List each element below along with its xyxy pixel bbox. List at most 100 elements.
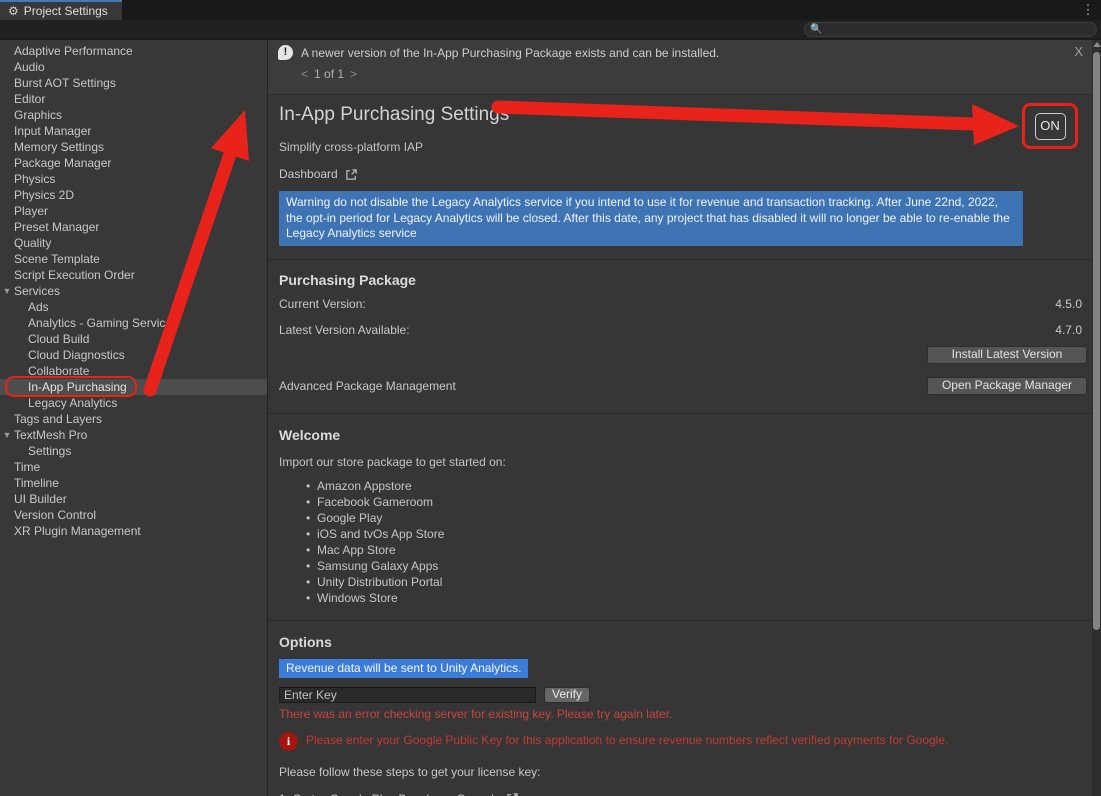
store-list-item: Samsung Galaxy Apps: [279, 558, 1092, 574]
external-link-icon: [345, 168, 358, 181]
sidebar-item-graphics[interactable]: Graphics: [0, 107, 267, 123]
kebab-menu-icon[interactable]: ⋮: [1081, 2, 1095, 18]
latest-version-label: Latest Version Available:: [279, 323, 410, 337]
sidebar-item-label: Audio: [14, 59, 45, 75]
tab-project-settings[interactable]: ⚙ Project Settings: [0, 0, 122, 20]
advanced-package-management-label: Advanced Package Management: [279, 379, 456, 393]
sidebar-item-label: Legacy Analytics: [28, 395, 117, 411]
sidebar-item-label: Cloud Build: [28, 331, 89, 347]
sidebar-item-textmesh-pro[interactable]: ▼TextMesh Pro: [0, 427, 267, 443]
sidebar-item-package-manager[interactable]: Package Manager: [0, 155, 267, 171]
step-1-prefix: 1. Go to: [279, 792, 322, 796]
sidebar-item-physics-2d[interactable]: Physics 2D: [0, 187, 267, 203]
notification-icon: !: [278, 45, 293, 60]
sidebar-item-label: Timeline: [14, 475, 59, 491]
sidebar-item-tags-and-layers[interactable]: Tags and Layers: [0, 411, 267, 427]
sidebar-item-label: Analytics - Gaming Services: [28, 315, 178, 331]
sidebar-item-version-control[interactable]: Version Control: [0, 507, 267, 523]
search-icon: 🔍: [810, 25, 822, 35]
welcome-intro: Import our store package to get started …: [279, 455, 1092, 469]
tab-bar: ⚙ Project Settings ⋮: [0, 0, 1101, 20]
sidebar-item-analytics-gaming-services[interactable]: Analytics - Gaming Services: [0, 315, 267, 331]
sidebar-item-label: Script Execution Order: [14, 267, 135, 283]
sidebar-item-cloud-diagnostics[interactable]: Cloud Diagnostics: [0, 347, 267, 363]
sidebar-item-label: Burst AOT Settings: [14, 75, 116, 91]
sidebar-item-settings[interactable]: Settings: [0, 443, 267, 459]
external-link-icon: [506, 792, 519, 796]
update-banner: ! A newer version of the In-App Purchasi…: [268, 40, 1101, 95]
current-version-label: Current Version:: [279, 297, 366, 311]
current-version-row: Current Version: 4.5.0: [279, 297, 1092, 311]
license-steps-intro: Please follow these steps to get your li…: [279, 765, 1092, 779]
sidebar-item-legacy-analytics[interactable]: Legacy Analytics: [0, 395, 267, 411]
pager-prev-icon[interactable]: <: [301, 67, 308, 81]
sidebar-item-label: Input Manager: [14, 123, 91, 139]
settings-content: In-App Purchasing Settings Simplify cros…: [268, 95, 1092, 796]
sidebar-item-label: Player: [14, 203, 48, 219]
dashboard-link[interactable]: Dashboard: [279, 167, 1092, 181]
store-list-item: Mac App Store: [279, 542, 1092, 558]
foldout-triangle-icon[interactable]: ▼: [0, 283, 14, 299]
pager-next-icon[interactable]: >: [350, 67, 357, 81]
store-list-item: Windows Store: [279, 590, 1092, 606]
options-heading: Options: [279, 621, 1092, 650]
iap-on-toggle-button[interactable]: ON: [1035, 113, 1066, 140]
sidebar-item-memory-settings[interactable]: Memory Settings: [0, 139, 267, 155]
page-subtitle: Simplify cross-platform IAP: [279, 140, 1092, 154]
sidebar-item-audio[interactable]: Audio: [0, 59, 267, 75]
sidebar-item-services[interactable]: ▼Services: [0, 283, 267, 299]
sidebar-item-xr-plugin-management[interactable]: XR Plugin Management: [0, 523, 267, 539]
sidebar-item-burst-aot-settings[interactable]: Burst AOT Settings: [0, 75, 267, 91]
sidebar-list: Adaptive PerformanceAudioBurst AOT Setti…: [0, 43, 267, 539]
latest-version-row: Latest Version Available: 4.7.0: [279, 323, 1092, 337]
sidebar-item-input-manager[interactable]: Input Manager: [0, 123, 267, 139]
sidebar-item-physics[interactable]: Physics: [0, 171, 267, 187]
sidebar-item-editor[interactable]: Editor: [0, 91, 267, 107]
sidebar-item-label: Quality: [14, 235, 51, 251]
vertical-scrollbar[interactable]: [1092, 40, 1101, 796]
install-latest-version-button[interactable]: Install Latest Version: [927, 346, 1087, 364]
search-box[interactable]: 🔍: [804, 22, 1097, 37]
banner-close-icon[interactable]: X: [1074, 44, 1083, 59]
annotation-box-on-toggle: ON: [1022, 103, 1078, 149]
sidebar-item-quality[interactable]: Quality: [0, 235, 267, 251]
sidebar-item-player[interactable]: Player: [0, 203, 267, 219]
sidebar-item-label: TextMesh Pro: [14, 427, 87, 443]
info-icon: i: [279, 732, 298, 751]
sidebar-item-label: XR Plugin Management: [14, 523, 141, 539]
scrollbar-thumb[interactable]: [1093, 52, 1100, 630]
sidebar-item-label: UI Builder: [14, 491, 67, 507]
sidebar-item-label: Memory Settings: [14, 139, 104, 155]
latest-version-value: 4.7.0: [1055, 323, 1082, 337]
sidebar-item-timeline[interactable]: Timeline: [0, 475, 267, 491]
store-list-item: Facebook Gameroom: [279, 494, 1092, 510]
sidebar-item-label: Tags and Layers: [14, 411, 102, 427]
sidebar-item-label: Package Manager: [14, 155, 111, 171]
open-package-manager-button[interactable]: Open Package Manager: [927, 377, 1087, 395]
sidebar-item-time[interactable]: Time: [0, 459, 267, 475]
welcome-heading: Welcome: [279, 414, 1092, 443]
step-1-row: 1. Go to Google Play Developer Console: [279, 792, 1092, 796]
sidebar-item-adaptive-performance[interactable]: Adaptive Performance: [0, 43, 267, 59]
google-key-input[interactable]: [279, 687, 536, 703]
sidebar-item-scene-template[interactable]: Scene Template: [0, 251, 267, 267]
sidebar-item-label: Preset Manager: [14, 219, 99, 235]
sidebar-item-label: Adaptive Performance: [14, 43, 133, 59]
search-input[interactable]: [822, 24, 1091, 36]
pager-text: 1 of 1: [314, 67, 344, 81]
page-title: In-App Purchasing Settings: [279, 95, 1092, 126]
scroll-up-icon[interactable]: [1093, 42, 1101, 47]
verify-button[interactable]: Verify: [544, 687, 590, 703]
sidebar-item-ui-builder[interactable]: UI Builder: [0, 491, 267, 507]
purchasing-package-heading: Purchasing Package: [279, 260, 1092, 288]
sidebar-item-cloud-build[interactable]: Cloud Build: [0, 331, 267, 347]
google-play-console-link[interactable]: Google Play Developer Console: [330, 792, 501, 796]
foldout-triangle-icon[interactable]: ▼: [0, 427, 14, 443]
store-list-item: Amazon Appstore: [279, 478, 1092, 494]
sidebar-item-preset-manager[interactable]: Preset Manager: [0, 219, 267, 235]
project-settings-window: ⚙ Project Settings ⋮ 🔍 Adaptive Performa…: [0, 0, 1101, 796]
sidebar-item-script-execution-order[interactable]: Script Execution Order: [0, 267, 267, 283]
store-list-item: iOS and tvOs App Store: [279, 526, 1092, 542]
sidebar-item-ads[interactable]: Ads: [0, 299, 267, 315]
sidebar-item-label: Graphics: [14, 107, 62, 123]
